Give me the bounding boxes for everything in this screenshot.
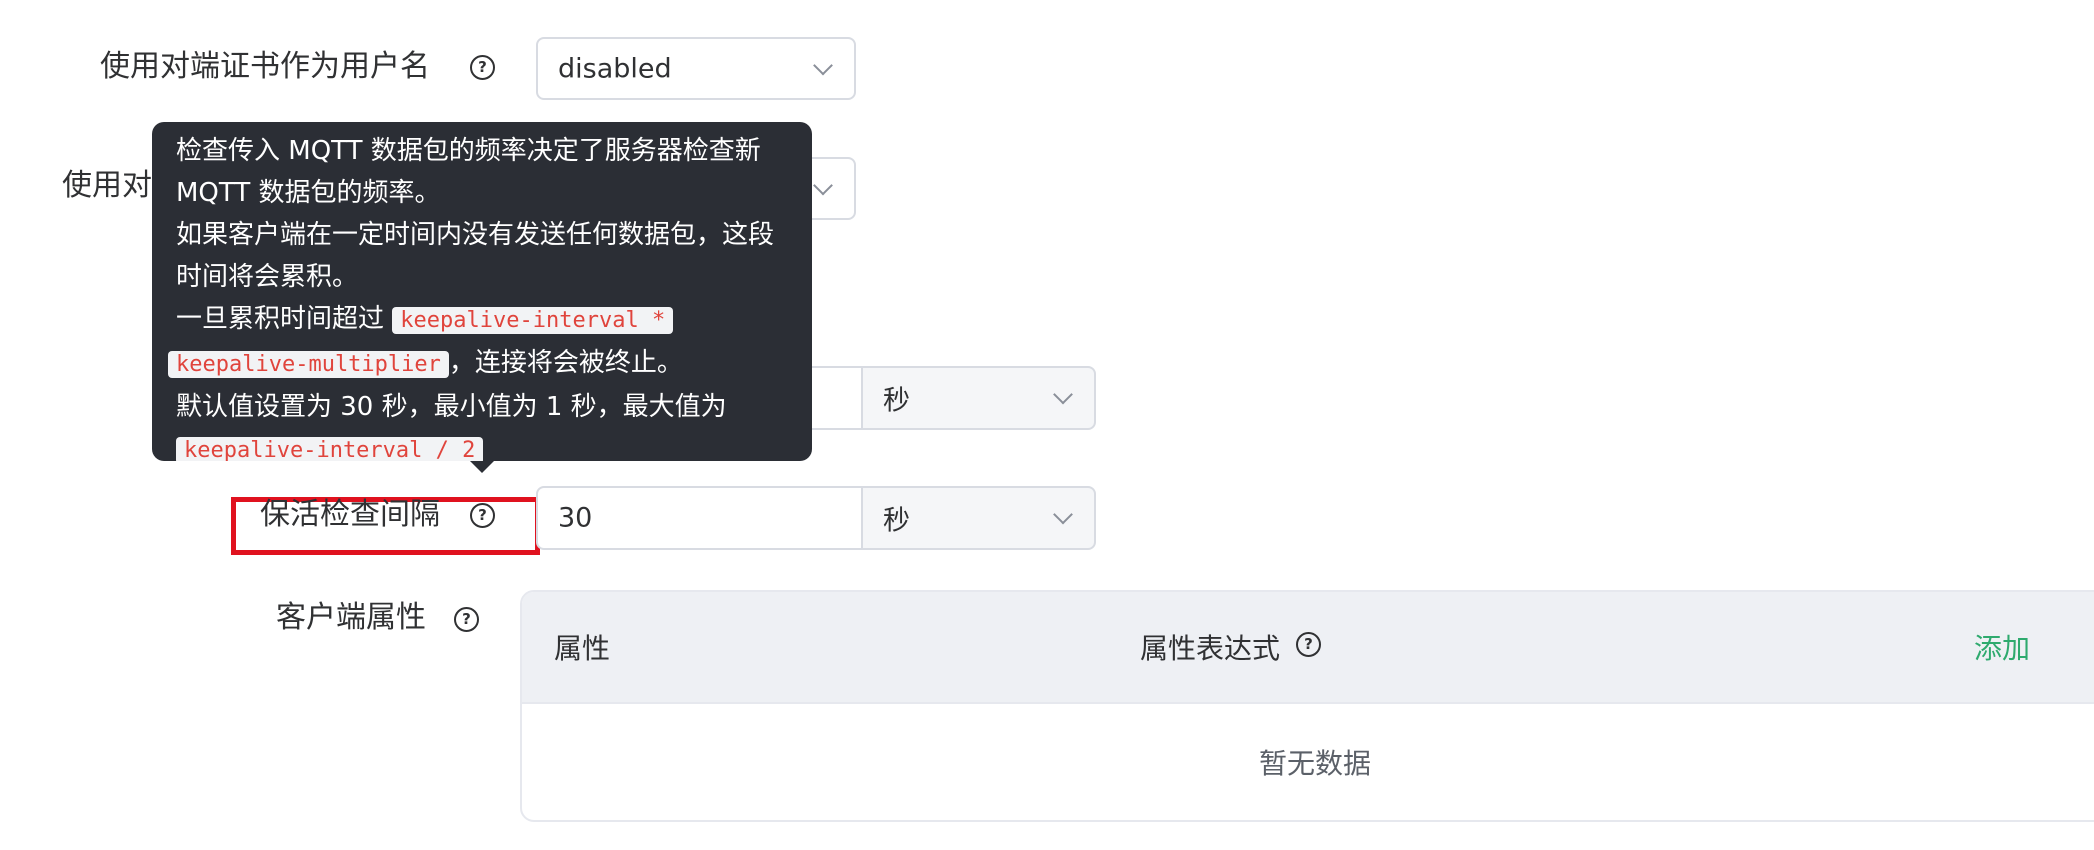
tooltip-line: keepalive-multiplier ，连接将会被终止。	[168, 342, 790, 386]
keepalive-multiplier-unit-select[interactable]: 秒	[861, 366, 1096, 430]
keepalive-interval-value: 30	[558, 502, 593, 534]
question-circle-icon[interactable]: ?	[454, 607, 479, 632]
empty-state: 暂无数据	[1258, 747, 1371, 780]
tooltip-code: keepalive-interval / 2	[176, 437, 484, 461]
client-attrs-label: 客户端属性	[276, 600, 426, 635]
tooltip-text: ，连接将会被终止。	[448, 348, 683, 378]
unit-value: 秒	[883, 385, 910, 417]
keepalive-interval-unit-select[interactable]: 秒	[861, 486, 1096, 550]
tooltip-line: 一旦累积时间超过 keepalive-interval *	[176, 298, 790, 342]
add-attr-button[interactable]: 添加	[1974, 627, 2030, 667]
cert-username-value: disabled	[558, 53, 672, 84]
tooltip-line: 检查传入 MQTT 数据包的频率决定了服务器检查新	[176, 136, 761, 166]
col-expr-header: 属性表达式	[1140, 632, 1281, 665]
chevron-down-icon	[813, 175, 833, 195]
chevron-down-icon	[1053, 384, 1073, 405]
tooltip-line: 如果客户端在一定时间内没有发送任何数据包，这段	[176, 220, 775, 250]
chevron-down-icon	[1053, 504, 1073, 525]
tooltip-text: 一旦累积时间超过	[176, 304, 385, 334]
question-circle-icon[interactable]: ?	[1296, 632, 1321, 657]
tooltip-arrow	[470, 461, 494, 473]
chevron-down-icon	[813, 55, 833, 75]
cert-username-select[interactable]: disabled	[536, 37, 856, 100]
help-tooltip: 检查传入 MQTT 数据包的频率决定了服务器检查新 MQTT 数据包的频率。 如…	[152, 122, 812, 461]
cert-username-label: 使用对端证书作为用户名	[100, 49, 430, 84]
tooltip-code: keepalive-multiplier	[168, 351, 449, 378]
tooltip-line: 默认值设置为 30 秒，最小值为 1 秒，最大值为	[176, 392, 727, 422]
tooltip-line: 时间将会累积。	[176, 262, 359, 292]
tooltip-line: keepalive-interval / 2	[176, 428, 790, 461]
client-attrs-table: 属性 属性表达式 ? 添加 暂无数据	[520, 590, 2094, 822]
row2-label: 使用对	[62, 168, 152, 203]
tooltip-line: MQTT 数据包的频率。	[176, 178, 441, 208]
question-circle-icon[interactable]: ?	[470, 55, 495, 80]
question-circle-icon[interactable]: ?	[470, 503, 495, 528]
col-attr-header: 属性	[554, 632, 611, 665]
keepalive-interval-input[interactable]: 30	[536, 486, 863, 550]
table-header: 属性 属性表达式 ? 添加	[522, 592, 2094, 704]
tooltip-code: keepalive-interval *	[392, 307, 674, 334]
unit-value: 秒	[883, 505, 910, 537]
keepalive-interval-label: 保活检查间隔	[260, 497, 440, 532]
